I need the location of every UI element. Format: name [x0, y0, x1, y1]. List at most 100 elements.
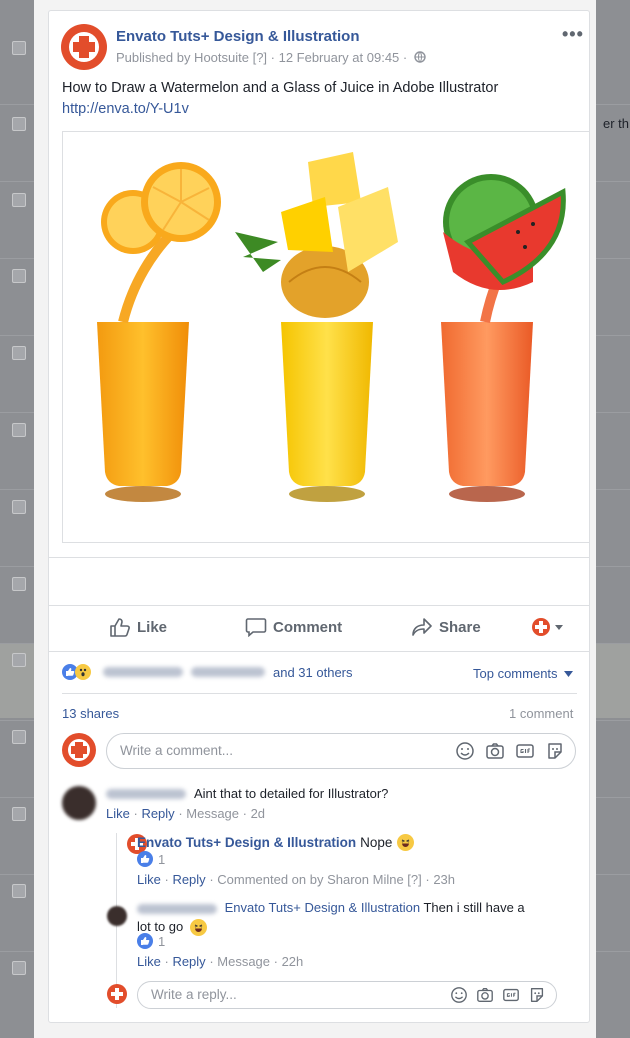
post-link[interactable]: http://enva.to/Y-U1v [62, 101, 189, 117]
comment-reply-link[interactable]: Reply [141, 806, 174, 821]
camera-icon[interactable] [485, 741, 505, 761]
reply-meta: Commented on by Sharon Milne [?] · 23h [217, 872, 456, 887]
laughing-emoji-icon [397, 834, 415, 851]
sticker-icon[interactable] [528, 986, 546, 1004]
camera-icon[interactable] [476, 986, 494, 1004]
reply-reaction-count[interactable]: 1 [137, 933, 165, 949]
reactions-summary[interactable]: and 31 others [62, 664, 353, 680]
like-icon [110, 618, 130, 637]
reply-text-line1: Then i still have a [423, 900, 525, 915]
like-button[interactable]: Like [109, 617, 167, 637]
wow-reaction-icon [75, 664, 91, 680]
reply-actions: Like · Reply · Commented on by Sharon Mi… [137, 872, 456, 887]
comment-input-tools [455, 741, 565, 761]
reply-author-link[interactable]: Envato Tuts+ Design & Illustration [137, 835, 356, 850]
reply-actions: Like · Reply · Message · 22h [137, 954, 304, 969]
comment-like-link[interactable]: Like [106, 806, 130, 821]
post-image[interactable] [62, 131, 590, 543]
background-row-text: er th [603, 116, 630, 131]
reply-reaction-count[interactable]: 1 [137, 851, 165, 867]
sticker-icon[interactable] [545, 741, 565, 761]
reply-meta: Message · 22h [217, 954, 304, 969]
row-checkbox[interactable] [12, 423, 26, 437]
row-checkbox[interactable] [12, 117, 26, 131]
reply-composer-avatar [107, 984, 127, 1004]
reply-text: Nope [360, 835, 393, 850]
reply-reply-link[interactable]: Reply [172, 954, 205, 969]
gif-icon[interactable] [502, 986, 520, 1004]
share-button-label: Share [439, 618, 481, 636]
caret-down-icon [563, 670, 573, 677]
row-checkbox[interactable] [12, 884, 26, 898]
divider [49, 605, 589, 606]
emoji-icon[interactable] [455, 741, 475, 761]
emoji-icon[interactable] [450, 986, 468, 1004]
blurred-name [191, 667, 265, 677]
reply-input-tools [450, 986, 546, 1004]
row-checkbox[interactable] [12, 730, 26, 744]
row-checkbox[interactable] [12, 346, 26, 360]
post-meta: Published by Hootsuite [?] · 12 February… [116, 50, 426, 65]
comment-button[interactable]: Comment [245, 617, 342, 637]
reply-reaction-number: 1 [158, 851, 166, 867]
post-modal: Envato Tuts+ Design & Illustration Publi… [34, 0, 596, 1038]
reply-reaction-number: 1 [158, 933, 166, 949]
row-checkbox[interactable] [12, 653, 26, 667]
globe-icon [414, 51, 426, 63]
post-card: Envato Tuts+ Design & Illustration Publi… [48, 10, 590, 1023]
reply-like-link[interactable]: Like [137, 954, 161, 969]
reply-text-line2: lot to go [137, 919, 184, 934]
page-name-link[interactable]: Envato Tuts+ Design & Illustration [116, 28, 360, 45]
reply-author-link[interactable]: Envato Tuts+ Design & Illustration [225, 900, 420, 915]
chevron-down-icon [555, 625, 563, 630]
page-avatar[interactable] [61, 24, 107, 70]
reply-input[interactable]: Write a reply... [137, 981, 557, 1009]
row-checkbox[interactable] [12, 500, 26, 514]
gif-icon[interactable] [515, 741, 535, 761]
shares-count-link[interactable]: 13 shares [62, 706, 119, 721]
reply-reply-link[interactable]: Reply [172, 872, 205, 887]
reply-input-placeholder: Write a reply... [151, 987, 237, 1002]
reply-body: Envato Tuts+ Design & Illustration Nope [137, 834, 415, 851]
comment-button-label: Comment [273, 618, 343, 636]
share-icon [412, 618, 432, 636]
post-meta-text: Published by Hootsuite [?] · 12 February… [116, 50, 408, 65]
watermelon-glass [441, 174, 566, 502]
divider [49, 651, 589, 652]
row-checkbox[interactable] [12, 577, 26, 591]
reply-author-blurred[interactable] [137, 903, 217, 914]
like-button-label: Like [137, 618, 168, 636]
laughing-emoji-icon [189, 919, 207, 936]
composer-avatar [62, 733, 96, 767]
comment-actions: Like · Reply · Message · 2d [106, 806, 266, 821]
pineapple-glass [235, 152, 398, 502]
divider [49, 557, 589, 558]
like-reaction-icon [137, 851, 153, 867]
share-button[interactable]: Share [411, 617, 481, 637]
comment-input[interactable]: Write a comment... [106, 733, 576, 769]
row-checkbox[interactable] [12, 41, 26, 55]
reply-avatar[interactable] [107, 906, 127, 926]
reactions-others-link[interactable]: and 31 others [273, 665, 353, 680]
juice-glasses-illustration [97, 152, 566, 502]
row-checkbox[interactable] [12, 269, 26, 283]
brand-logo-icon [532, 618, 550, 636]
post-text: How to Draw a Watermelon and a Glass of … [62, 80, 499, 96]
commenter-name-blurred[interactable] [106, 788, 186, 799]
more-options-button[interactable]: ••• [562, 24, 584, 45]
comment-input-placeholder: Write a comment... [120, 743, 234, 758]
commenter-avatar[interactable] [62, 786, 96, 820]
row-checkbox[interactable] [12, 961, 26, 975]
row-checkbox[interactable] [12, 807, 26, 821]
divider [62, 693, 577, 694]
comment-meta: Message · 2d [186, 806, 266, 821]
row-checkbox[interactable] [12, 193, 26, 207]
blurred-name [103, 667, 183, 677]
comment-body: Aint that to detailed for Illustrator? [106, 786, 388, 801]
reply-like-link[interactable]: Like [137, 872, 161, 887]
sort-comments-dropdown[interactable]: Top comments [473, 666, 573, 681]
post-as-selector[interactable] [532, 618, 564, 636]
like-reaction-icon [137, 933, 153, 949]
orange-glass [97, 162, 221, 502]
comments-count-link[interactable]: 1 comment [509, 706, 573, 721]
